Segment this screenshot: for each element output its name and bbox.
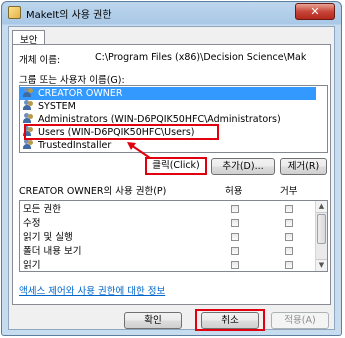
deny-header: 거부 xyxy=(280,186,298,197)
users-icon xyxy=(23,139,36,149)
list-item-creator-owner[interactable]: CREATOR OWNER xyxy=(20,87,316,100)
permission-name: 읽기 및 실행 xyxy=(23,232,73,243)
allow-checkbox[interactable] xyxy=(231,233,239,241)
list-item-label: TrustedInstaller xyxy=(38,140,112,151)
permission-row: 읽기 및 실행 xyxy=(23,232,73,243)
allow-checkbox[interactable] xyxy=(231,261,239,269)
object-name-label: 개체 이름: xyxy=(19,55,61,66)
deny-checkbox[interactable] xyxy=(285,219,293,227)
deny-checkbox[interactable] xyxy=(285,247,293,255)
click-annotation: 클릭(Click) xyxy=(145,157,207,175)
users-icon xyxy=(23,100,36,110)
list-item-trustedinstaller[interactable]: TrustedInstaller xyxy=(20,139,111,152)
users-icon xyxy=(23,87,36,97)
groups-label: 그룹 또는 사용자 이름(G): xyxy=(19,75,125,86)
scroll-down-icon[interactable]: ▼ xyxy=(316,259,327,271)
deny-checkbox[interactable] xyxy=(285,233,293,241)
permission-row: 폴더 내용 보기 xyxy=(23,246,81,257)
permission-row: 수정 xyxy=(23,218,40,229)
remove-button[interactable]: 제거(R) xyxy=(280,158,327,175)
scroll-up-icon[interactable]: ▲ xyxy=(316,201,327,213)
object-name-value: C:\Program Files (x86)\Decision Science\… xyxy=(95,52,307,63)
permission-name: 모든 권한 xyxy=(23,204,61,215)
folder-icon xyxy=(8,6,21,19)
users-icon xyxy=(23,113,36,123)
ok-button[interactable]: 확인 xyxy=(124,312,182,329)
users-highlight-box xyxy=(24,124,219,140)
cancel-button[interactable]: 취소 xyxy=(201,312,259,329)
window-title: MakeIt의 사용 권한 xyxy=(26,10,112,21)
permission-name: 폴더 내용 보기 xyxy=(23,246,82,257)
dialog-body: 보안 개체 이름: C:\Program Files (x86)\Decisio… xyxy=(8,26,335,331)
allow-checkbox[interactable] xyxy=(231,205,239,213)
permission-row: 읽기 xyxy=(23,260,40,271)
permissions-label: CREATOR OWNER의 사용 권한(P) xyxy=(19,186,167,197)
deny-checkbox[interactable] xyxy=(285,261,293,269)
allow-header: 허용 xyxy=(225,186,243,197)
groups-listbox[interactable]: CREATOR OWNER SYSTEM Administrators (WIN… xyxy=(19,85,328,153)
permissions-help-link[interactable]: 액세스 제어와 사용 권한에 대한 정보 xyxy=(19,283,165,297)
list-item-label: SYSTEM xyxy=(38,101,76,112)
allow-checkbox[interactable] xyxy=(231,219,239,227)
apply-button[interactable]: 적용(A) xyxy=(271,312,329,329)
permission-name: 수정 xyxy=(23,218,41,229)
list-item-label: CREATOR OWNER xyxy=(38,88,123,99)
close-button[interactable]: ✕ xyxy=(295,3,335,20)
allow-checkbox[interactable] xyxy=(231,247,239,255)
permissions-scrollbar[interactable]: ▲ ▼ xyxy=(315,201,327,271)
title-bar[interactable]: MakeIt의 사용 권한 ✕ xyxy=(2,2,341,24)
permissions-dialog: MakeIt의 사용 권한 ✕ 보안 개체 이름: C:\Program Fil… xyxy=(1,1,342,336)
add-button[interactable]: 추가(D)... xyxy=(211,158,275,175)
deny-checkbox[interactable] xyxy=(285,205,293,213)
security-panel: 개체 이름: C:\Program Files (x86)\Decision S… xyxy=(12,44,331,305)
permission-row: 모든 권한 xyxy=(23,204,61,215)
permission-name: 읽기 xyxy=(23,260,41,271)
scroll-thumb[interactable] xyxy=(317,214,326,244)
permissions-list[interactable]: 모든 권한 수정 읽기 및 실행 폴더 내용 보기 읽기 ▲ ▼ xyxy=(19,200,328,272)
list-item-system[interactable]: SYSTEM xyxy=(20,100,76,113)
